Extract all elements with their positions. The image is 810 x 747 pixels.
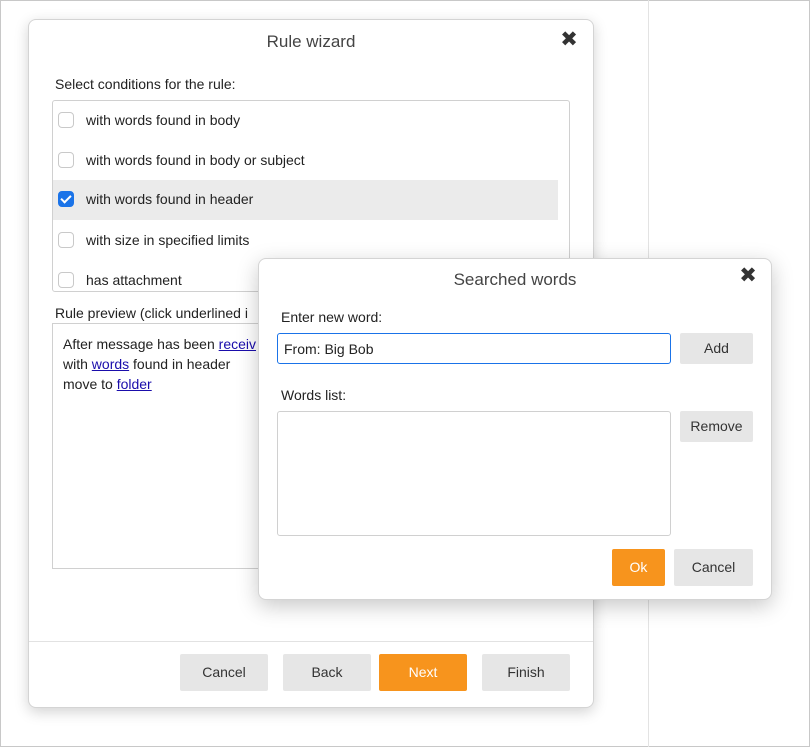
cancel-button[interactable]: Cancel xyxy=(674,549,753,586)
dialog-title: Searched words xyxy=(453,270,577,289)
searched-words-dialog: Searched words ✖ Enter new word: Add Wor… xyxy=(258,258,772,600)
words-list[interactable] xyxy=(277,411,671,536)
words-link[interactable]: words xyxy=(92,356,129,372)
condition-label: has attachment xyxy=(86,272,182,288)
remove-button[interactable]: Remove xyxy=(680,411,753,442)
add-button[interactable]: Add xyxy=(680,333,753,364)
preview-text: found in header xyxy=(129,356,231,372)
condition-label: with words found in body xyxy=(86,112,241,128)
condition-item-words-in-body-or-subject[interactable]: with words found in body or subject xyxy=(53,141,558,181)
condition-item-words-in-header[interactable]: with words found in header xyxy=(53,180,558,220)
checkbox[interactable] xyxy=(58,232,74,248)
condition-label: with size in specified limits xyxy=(86,232,250,248)
received-link[interactable]: receiv xyxy=(219,336,256,352)
dialog-title: Rule wizard xyxy=(266,32,356,51)
preview-line: After message has been receiv xyxy=(63,334,256,354)
preview-text: move to xyxy=(63,376,117,392)
condition-item-size-limits[interactable]: with size in specified limits xyxy=(53,221,558,261)
new-word-label: Enter new word: xyxy=(281,309,383,325)
condition-label: with words found in header xyxy=(86,191,254,207)
preview-text: After message has been xyxy=(63,336,219,352)
preview-text: with xyxy=(63,356,92,372)
next-button[interactable]: Next xyxy=(379,654,467,691)
checkbox-checked[interactable] xyxy=(58,191,74,207)
footer-divider xyxy=(29,641,593,642)
preview-label: Rule preview (click underlined i xyxy=(55,305,248,321)
condition-item-words-in-body[interactable]: with words found in body xyxy=(53,101,558,141)
checkbox[interactable] xyxy=(58,152,74,168)
cancel-button[interactable]: Cancel xyxy=(180,654,268,691)
close-icon[interactable]: ✖ xyxy=(736,264,760,288)
preview-line: move to folder xyxy=(63,374,256,394)
conditions-label: Select conditions for the rule: xyxy=(55,76,236,92)
new-word-input[interactable] xyxy=(277,333,671,364)
back-button[interactable]: Back xyxy=(283,654,371,691)
checkbox[interactable] xyxy=(58,272,74,288)
ok-button[interactable]: Ok xyxy=(612,549,665,586)
checkbox[interactable] xyxy=(58,112,74,128)
condition-label: with words found in body or subject xyxy=(86,152,305,168)
words-list-label: Words list: xyxy=(281,387,347,403)
finish-button[interactable]: Finish xyxy=(482,654,570,691)
preview-line: with words found in header xyxy=(63,354,256,374)
folder-link[interactable]: folder xyxy=(117,376,152,392)
close-icon[interactable]: ✖ xyxy=(557,28,581,52)
